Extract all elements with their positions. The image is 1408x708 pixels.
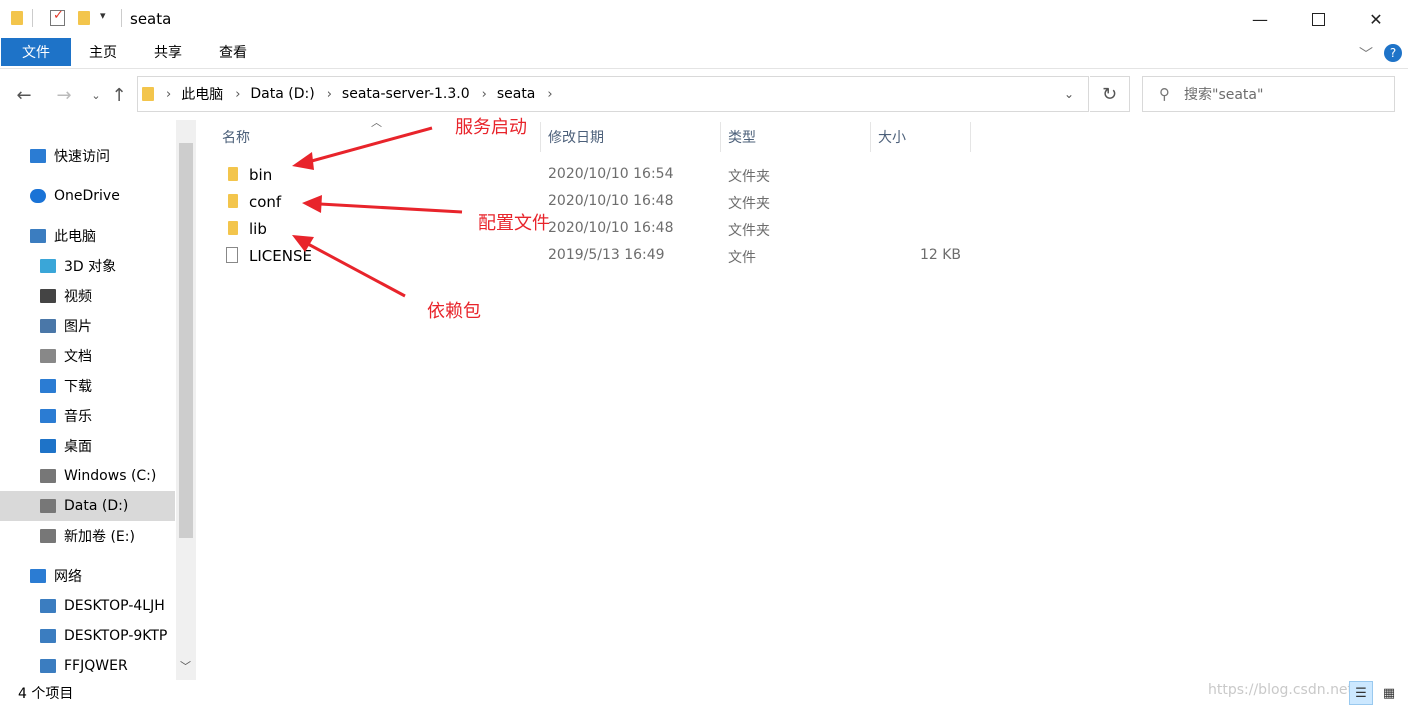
annotation-config-files: 配置文件 xyxy=(478,213,550,234)
large-icons-view-icon[interactable]: ▦ xyxy=(1377,681,1401,705)
annotation-service-start: 服务启动 xyxy=(455,117,527,138)
arrowhead xyxy=(292,235,314,252)
arrow-to-lib xyxy=(307,242,406,298)
arrowhead xyxy=(292,152,314,170)
arrowhead xyxy=(302,195,322,213)
item-count: 4 个项目 xyxy=(18,686,74,702)
arrow-to-conf xyxy=(319,202,463,214)
annotation-dependencies: 依赖包 xyxy=(427,301,481,322)
details-view-icon[interactable]: ☰ xyxy=(1349,681,1373,705)
arrow-to-bin xyxy=(307,126,433,164)
watermark: https://blog.csdn.net/... xyxy=(1208,682,1372,698)
annotation-arrows xyxy=(292,126,463,298)
